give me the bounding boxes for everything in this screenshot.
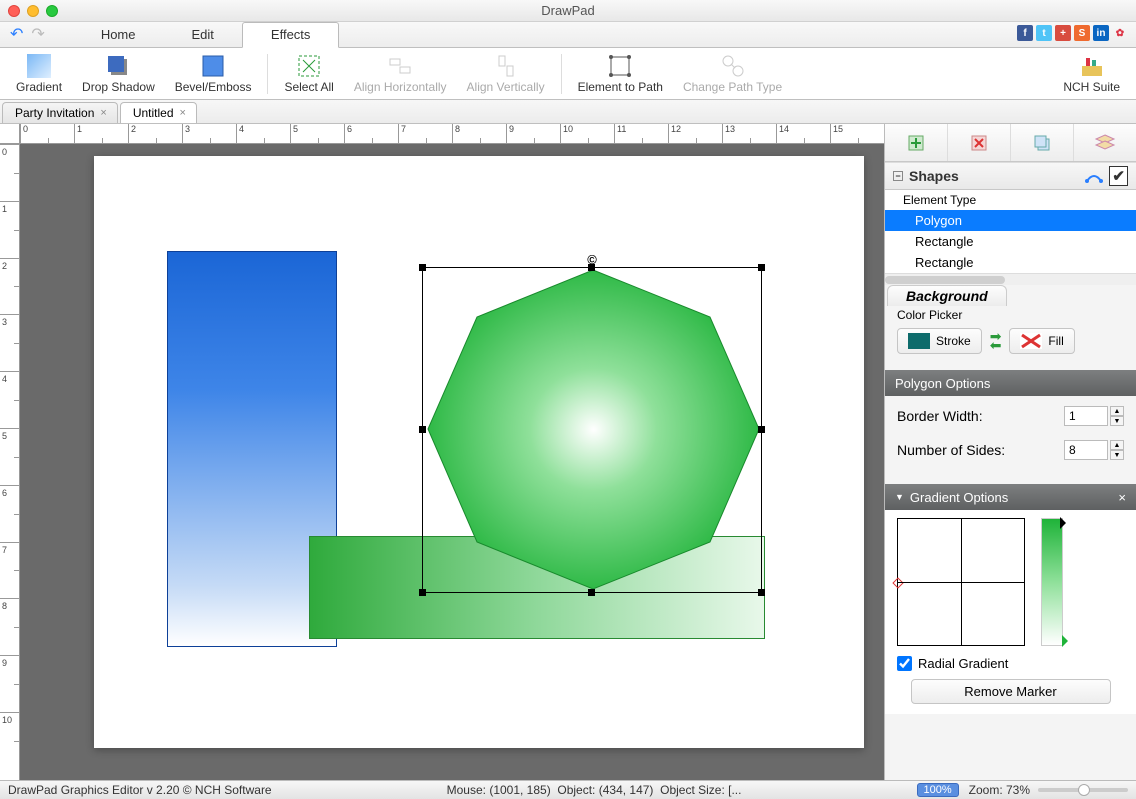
shapes-section-header[interactable]: Shapes ✔ <box>885 162 1136 190</box>
align-horizontal-button: Align Horizontally <box>344 52 457 96</box>
tab-home[interactable]: Home <box>73 23 164 47</box>
ruler-horizontal: 0123456789101112131415 <box>20 124 884 144</box>
shape-polygon[interactable] <box>425 267 762 592</box>
mouse-pos: Mouse: (1001, 185) <box>447 783 551 797</box>
collapse-icon[interactable] <box>893 171 903 181</box>
background-section: Background Color Picker Stroke ➡⬅ Fill <box>885 285 1136 370</box>
doc-tab-untitled[interactable]: Untitled× <box>120 102 197 123</box>
version-text: DrawPad Graphics Editor v 2.20 © NCH Sof… <box>8 783 272 797</box>
canvas-area: 0123456789101112131415 012345678910 © <box>0 124 884 780</box>
align-vertical-button: Align Vertically <box>457 52 555 96</box>
ribbon-effects: Gradient Drop Shadow Bevel/Emboss Select… <box>0 48 1136 100</box>
duplicate-layer-button[interactable] <box>1011 124 1074 161</box>
spin-down[interactable]: ▼ <box>1110 416 1124 426</box>
google-plus-icon[interactable]: + <box>1055 25 1071 41</box>
chevron-down-icon: ▼ <box>895 492 904 502</box>
gradient-position-grid[interactable] <box>897 518 1025 646</box>
gradient-color-bar[interactable] <box>1041 518 1063 646</box>
close-window[interactable] <box>8 5 20 17</box>
gradient-button[interactable]: Gradient <box>6 52 72 96</box>
status-bar: DrawPad Graphics Editor v 2.20 © NCH Sof… <box>0 780 1136 799</box>
sides-input[interactable]: ▲▼ <box>1064 440 1124 460</box>
shape-item-polygon[interactable]: Polygon <box>885 210 1136 231</box>
color-picker-label: Color Picker <box>885 306 1136 328</box>
linkedin-icon[interactable]: in <box>1093 25 1109 41</box>
polygon-options: Border Width: ▲▼ Number of Sides: ▲▼ <box>885 396 1136 484</box>
facebook-icon[interactable]: f <box>1017 25 1033 41</box>
zoom-window[interactable] <box>46 5 58 17</box>
radial-gradient-checkbox[interactable]: Radial Gradient <box>897 656 1124 671</box>
close-icon[interactable]: × <box>100 107 106 119</box>
gradient-options: Radial Gradient Remove Marker <box>885 510 1136 714</box>
spin-up[interactable]: ▲ <box>1110 440 1124 450</box>
close-icon[interactable]: × <box>1118 490 1126 505</box>
tab-edit[interactable]: Edit <box>164 23 242 47</box>
shapes-scrollbar[interactable] <box>885 273 1136 285</box>
zoom-thumb[interactable] <box>1078 784 1090 796</box>
minimize-window[interactable] <box>27 5 39 17</box>
window-controls <box>8 5 58 17</box>
spin-up[interactable]: ▲ <box>1110 406 1124 416</box>
zoom-slider[interactable] <box>1038 788 1128 792</box>
doc-tab-party-invitation[interactable]: Party Invitation× <box>2 102 118 123</box>
settings-icon[interactable]: ✿ <box>1112 25 1128 41</box>
object-pos: Object: (434, 147) <box>557 783 653 797</box>
delete-layer-button[interactable] <box>948 124 1011 161</box>
twitter-icon[interactable]: t <box>1036 25 1052 41</box>
drop-shadow-button[interactable]: Drop Shadow <box>72 52 165 96</box>
border-width-label: Border Width: <box>897 408 983 424</box>
stroke-swatch <box>908 333 930 349</box>
shapes-list: Element Type Polygon Rectangle Rectangle <box>885 190 1136 273</box>
zoom-label: Zoom: 73% <box>969 783 1030 797</box>
panel-toolbar <box>885 124 1136 162</box>
stroke-color-button[interactable]: Stroke <box>897 328 982 354</box>
checkmark-icon[interactable]: ✔ <box>1109 166 1128 186</box>
shape-item-rectangle-2[interactable]: Rectangle <box>885 252 1136 273</box>
add-layer-button[interactable] <box>885 124 948 161</box>
titlebar: DrawPad <box>0 0 1136 22</box>
gradient-stop-bottom[interactable] <box>1062 635 1074 647</box>
app-title: DrawPad <box>541 3 594 18</box>
gradient-stop-top[interactable] <box>1060 517 1072 529</box>
ruler-corner <box>0 124 20 144</box>
stumble-icon[interactable]: S <box>1074 25 1090 41</box>
change-path-type-button: Change Path Type <box>673 52 792 96</box>
fill-color-button[interactable]: Fill <box>1009 328 1074 354</box>
spin-down[interactable]: ▼ <box>1110 450 1124 460</box>
gradient-handle[interactable] <box>892 577 903 588</box>
close-icon[interactable]: × <box>180 107 186 119</box>
sides-label: Number of Sides: <box>897 442 1005 458</box>
background-tab[interactable]: Background <box>887 285 1007 306</box>
swap-colors-button[interactable]: ➡⬅ <box>990 332 1002 350</box>
layer-stack-button[interactable] <box>1074 124 1136 161</box>
tab-effects[interactable]: Effects <box>242 22 340 48</box>
undo-button[interactable]: ↶ <box>10 24 23 44</box>
select-all-button[interactable]: Select All <box>274 52 343 96</box>
redo-button[interactable]: ↷ <box>31 24 44 44</box>
ruler-vertical: 012345678910 <box>0 144 20 780</box>
gradient-options-header[interactable]: ▼Gradient Options× <box>885 484 1136 510</box>
path-icon <box>1085 169 1103 183</box>
social-icons: f t + S in ✿ <box>1017 25 1128 41</box>
list-header: Element Type <box>885 190 1136 210</box>
fill-swatch <box>1020 333 1042 349</box>
shape-item-rectangle-1[interactable]: Rectangle <box>885 231 1136 252</box>
object-size: Object Size: [... <box>660 783 741 797</box>
element-to-path-button[interactable]: Element to Path <box>568 52 673 96</box>
document-tabs: Party Invitation× Untitled× <box>0 100 1136 124</box>
bevel-emboss-button[interactable]: Bevel/Emboss <box>165 52 262 96</box>
zoom-select[interactable]: 100% <box>917 783 959 797</box>
canvas-viewport[interactable]: © <box>20 144 884 780</box>
remove-marker-button[interactable]: Remove Marker <box>911 679 1111 704</box>
nch-suite-button[interactable]: NCH Suite <box>1053 52 1130 96</box>
polygon-options-header[interactable]: Polygon Options <box>885 370 1136 396</box>
properties-panel: Shapes ✔ Element Type Polygon Rectangle … <box>884 124 1136 780</box>
border-width-input[interactable]: ▲▼ <box>1064 406 1124 426</box>
menu-bar: ↶ ↷ Home Edit Effects f t + S in ✿ <box>0 22 1136 48</box>
